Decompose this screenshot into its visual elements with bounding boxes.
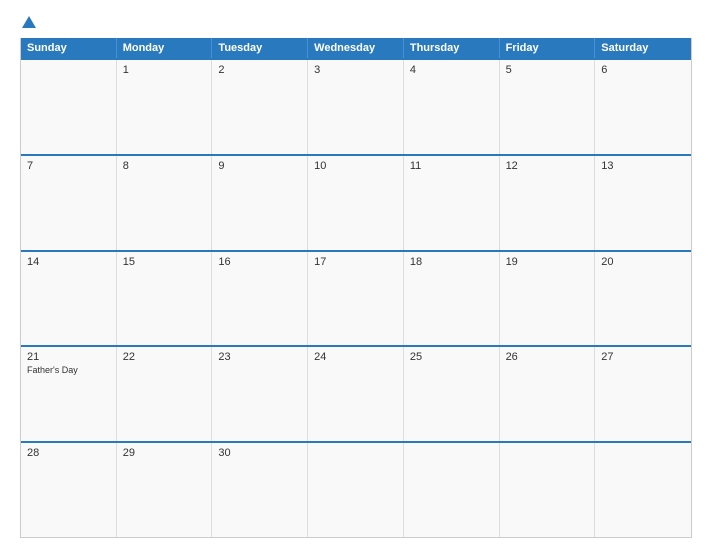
day-header-saturday: Saturday [595,38,691,58]
day-number: 30 [218,447,301,459]
day-number: 5 [506,64,589,76]
day-cell: 14 [21,252,117,346]
day-cell: 10 [308,156,404,250]
day-cell: 24 [308,347,404,441]
day-number: 19 [506,256,589,268]
day-cell [308,443,404,537]
day-cell: 26 [500,347,596,441]
day-cell: 23 [212,347,308,441]
day-cell: 27 [595,347,691,441]
week-row-5: 28 29 30 [21,441,691,537]
day-cell: 3 [308,60,404,154]
day-number: 17 [314,256,397,268]
day-cell [595,443,691,537]
day-headers-row: SundayMondayTuesdayWednesdayThursdayFrid… [21,38,691,58]
day-number: 25 [410,351,493,363]
day-number: 7 [27,160,110,172]
day-number: 4 [410,64,493,76]
day-number: 23 [218,351,301,363]
day-cell: 29 [117,443,213,537]
week-row-3: 14 15 16 17 18 19 20 [21,250,691,346]
header [20,18,692,30]
day-cell: 25 [404,347,500,441]
day-cell: 15 [117,252,213,346]
day-cell: 28 [21,443,117,537]
day-cell [21,60,117,154]
day-cell: 4 [404,60,500,154]
day-number: 26 [506,351,589,363]
day-cell: 1 [117,60,213,154]
day-number: 20 [601,256,685,268]
day-number: 16 [218,256,301,268]
day-cell: 17 [308,252,404,346]
day-cell: 6 [595,60,691,154]
day-header-monday: Monday [117,38,213,58]
week-row-4: 21 Father's Day 22 23 24 25 26 27 [21,345,691,441]
day-cell: 19 [500,252,596,346]
day-cell [500,443,596,537]
day-cell: 12 [500,156,596,250]
day-number: 12 [506,160,589,172]
day-number: 24 [314,351,397,363]
day-number: 15 [123,256,206,268]
day-cell: 20 [595,252,691,346]
day-number: 6 [601,64,685,76]
day-number: 13 [601,160,685,172]
day-number: 11 [410,160,493,172]
day-cell: 2 [212,60,308,154]
day-number: 2 [218,64,301,76]
day-cell: 11 [404,156,500,250]
day-cell: 7 [21,156,117,250]
day-header-tuesday: Tuesday [212,38,308,58]
day-header-sunday: Sunday [21,38,117,58]
day-cell: 18 [404,252,500,346]
logo [20,18,36,30]
day-number: 9 [218,160,301,172]
day-number: 21 [27,351,110,363]
day-number: 3 [314,64,397,76]
day-event: Father's Day [27,365,110,375]
day-number: 28 [27,447,110,459]
day-number: 10 [314,160,397,172]
day-number: 14 [27,256,110,268]
day-number: 29 [123,447,206,459]
calendar-page: SundayMondayTuesdayWednesdayThursdayFrid… [0,0,712,550]
day-cell: 5 [500,60,596,154]
week-row-1: 123456 [21,58,691,154]
logo-triangle-icon [22,16,36,28]
calendar-grid: SundayMondayTuesdayWednesdayThursdayFrid… [20,38,692,538]
day-header-friday: Friday [500,38,596,58]
week-row-2: 7 89 10 11 12 13 [21,154,691,250]
day-number: 1 [123,64,206,76]
day-number: 8 [123,160,206,172]
day-cell: 9 [212,156,308,250]
day-number: 18 [410,256,493,268]
day-cell: 16 [212,252,308,346]
day-cell: 21 Father's Day [21,347,117,441]
day-cell: 13 [595,156,691,250]
day-cell: 8 [117,156,213,250]
day-number: 27 [601,351,685,363]
day-cell [404,443,500,537]
day-number: 22 [123,351,206,363]
day-cell: 22 [117,347,213,441]
weeks-container: 123456789101112131415161718192021Father'… [21,58,691,537]
day-header-wednesday: Wednesday [308,38,404,58]
day-cell: 30 [212,443,308,537]
day-header-thursday: Thursday [404,38,500,58]
